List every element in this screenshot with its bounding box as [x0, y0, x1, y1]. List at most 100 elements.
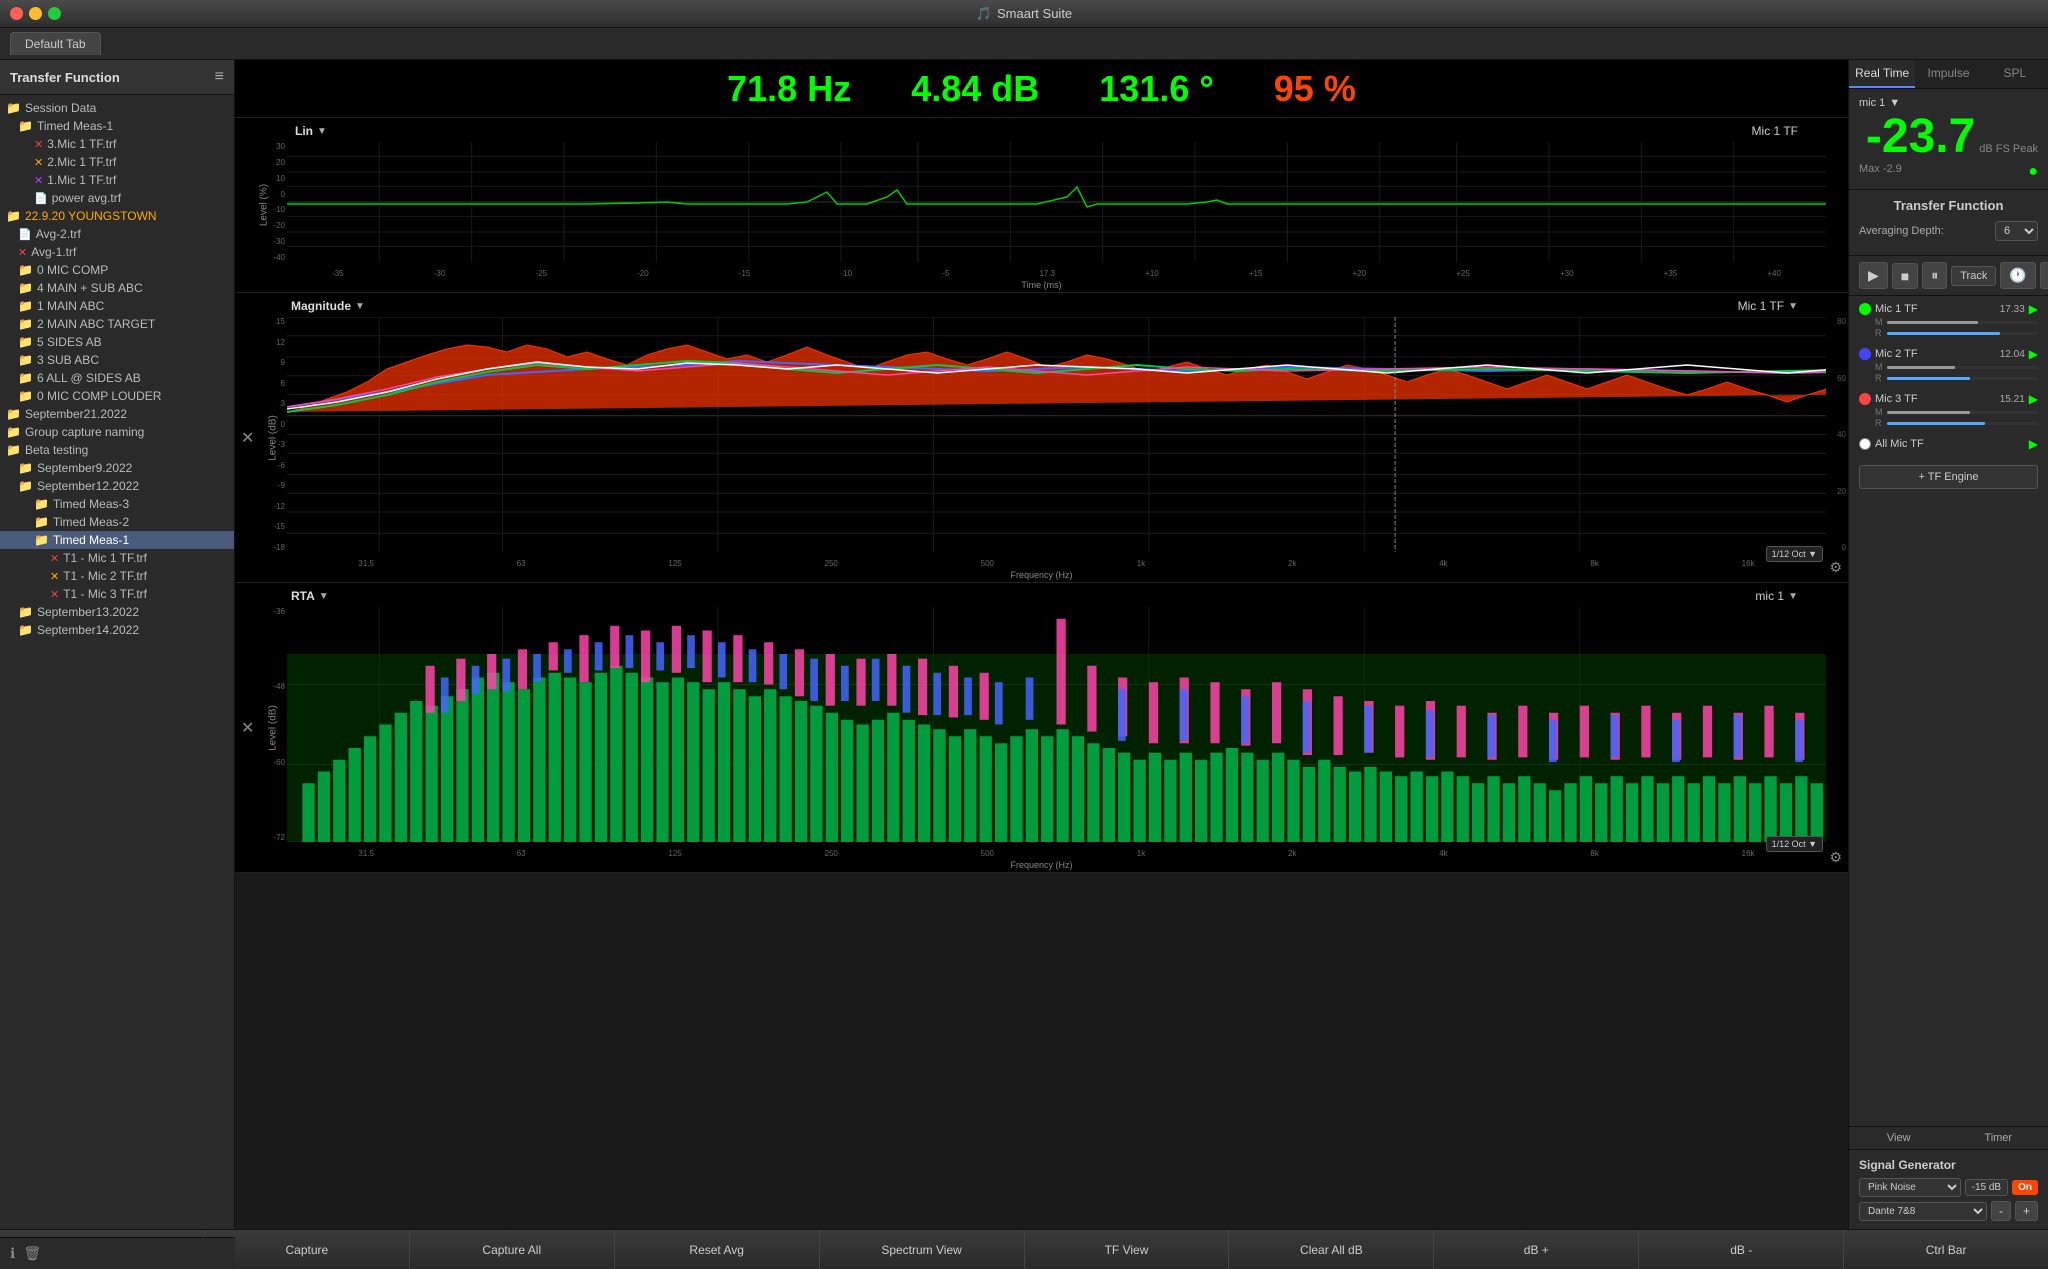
charts-container: Level (%) 30 20 10 0 -10 -20 -30 -40 Lin…	[235, 118, 1848, 1229]
magnitude-octave-btn[interactable]: 1/12 Oct ▼	[1766, 546, 1823, 562]
sidebar-item-t1mic2[interactable]: ✕ T1 - Mic 2 TF.trf	[0, 567, 234, 585]
mic3-play[interactable]: ▶	[2029, 392, 2038, 406]
tf-averaging-select[interactable]: 6 4 8 12	[1995, 221, 2038, 241]
toolbar-tfview[interactable]: TF View	[1025, 1230, 1230, 1269]
sidebar-item-groupcapture[interactable]: 📁 Group capture naming	[0, 423, 234, 441]
add-tf-engine-button[interactable]: + TF Engine	[1859, 465, 2038, 489]
sidebar-item-timed-meas-1-top[interactable]: 📁 Timed Meas-1	[0, 117, 234, 135]
sidebar-item-sep13[interactable]: 📁 September13.2022	[0, 603, 234, 621]
magnitude-dropdown-icon[interactable]: ▼	[355, 301, 365, 312]
clock-icon-btn[interactable]: 🕐	[2000, 262, 2035, 289]
track-button[interactable]: Track	[1951, 266, 1996, 286]
sidebar-item-timedmeas3[interactable]: 📁 Timed Meas-3	[0, 495, 234, 513]
rta-dropdown-icon[interactable]: ▼	[319, 591, 329, 602]
view-button[interactable]: View	[1849, 1127, 1949, 1149]
metric-pct: 95 %	[1274, 68, 1356, 110]
sidebar-item-t1mic1[interactable]: ✕ T1 - Mic 1 TF.trf	[0, 549, 234, 567]
mic2-play[interactable]: ▶	[2029, 347, 2038, 361]
allmic-play[interactable]: ▶	[2029, 437, 2038, 451]
sidebar-item-sep12[interactable]: 📁 September12.2022	[0, 477, 234, 495]
impulse-chart: Level (%) 30 20 10 0 -10 -20 -30 -40 Lin…	[235, 118, 1848, 293]
default-tab[interactable]: Default Tab	[10, 32, 101, 55]
window-controls[interactable]	[10, 7, 61, 20]
pause-button[interactable]: ⏸	[1922, 262, 1947, 289]
toolbar-ctrlbar[interactable]: Ctrl Bar	[1844, 1230, 2048, 1269]
sidebar-item-sep9[interactable]: 📁 September9.2022	[0, 459, 234, 477]
rta-octave-btn[interactable]: 1/12 Oct ▼	[1766, 836, 1823, 852]
rta-chart: ✕ Level (dB) -36 -48 -60 -72 RTA ▼ mic 1…	[235, 583, 1848, 873]
sidebar-item-1main[interactable]: 📁 1 MAIN ABC	[0, 297, 234, 315]
sidebar-item-youngstown[interactable]: 📁 22.9.20 YOUNGSTOWN	[0, 207, 234, 225]
play-button[interactable]: ▶	[1859, 262, 1888, 289]
toolbar-captureall[interactable]: Capture All	[410, 1230, 615, 1269]
sg-plus-button[interactable]: +	[2015, 1201, 2038, 1221]
sidebar-item-beta[interactable]: 📁 Beta testing	[0, 441, 234, 459]
magnitude-octave[interactable]: 1/12 Oct ▼	[1766, 545, 1823, 560]
sidebar-item-avg2[interactable]: 📄 Avg-2.trf	[0, 225, 234, 243]
sg-noise-select[interactable]: Pink Noise White Noise Sine	[1859, 1178, 1961, 1197]
sidebar-item-timedmeas1-selected[interactable]: 📁 Timed Meas-1	[0, 531, 234, 549]
minimize-button[interactable]	[29, 7, 42, 20]
tab-spl[interactable]: SPL	[1982, 60, 2048, 88]
timer-button[interactable]: Timer	[1949, 1127, 2048, 1149]
wrench-icon-btn[interactable]: ⚙	[2040, 262, 2048, 289]
rta-octave[interactable]: 1/12 Oct ▼	[1766, 835, 1823, 850]
toolbar-dbplus[interactable]: dB +	[1434, 1230, 1639, 1269]
stop-button[interactable]: ■	[1892, 263, 1918, 289]
rta-close-icon[interactable]: ✕	[241, 718, 254, 738]
sidebar-tree: 📁 Session Data 📁 Timed Meas-1 ✕ 3.Mic 1 …	[0, 95, 234, 643]
sidebar-item-timedmeas2[interactable]: 📁 Timed Meas-2	[0, 513, 234, 531]
rta-label: RTA	[291, 589, 315, 603]
sidebar-item-0miccomplouder[interactable]: 📁 0 MIC COMP LOUDER	[0, 387, 234, 405]
sidebar-item-sep14[interactable]: 📁 September14.2022	[0, 621, 234, 639]
sidebar-item-3sub[interactable]: 📁 3 SUB ABC	[0, 351, 234, 369]
sg-on-button[interactable]: On	[2012, 1180, 2038, 1195]
sidebar: Transfer Function ≡ 📁 Session Data 📁 Tim…	[0, 60, 235, 1229]
rta-settings-icon[interactable]: ⚙	[1829, 849, 1842, 866]
mic1-play[interactable]: ▶	[2029, 302, 2038, 316]
maximize-button[interactable]	[48, 7, 61, 20]
toolbar-capture[interactable]: Capture	[205, 1230, 410, 1269]
sidebar-item-2main[interactable]: 📁 2 MAIN ABC TARGET	[0, 315, 234, 333]
tab-realtime[interactable]: Real Time	[1849, 60, 1915, 88]
folder-icon: 📁	[18, 461, 33, 475]
magnitude-settings-icon[interactable]: ⚙	[1829, 559, 1842, 576]
meter-selector[interactable]: mic 1 ▼	[1859, 97, 1900, 109]
sidebar-item-3mic[interactable]: ✕ 3.Mic 1 TF.trf	[0, 135, 234, 153]
magnitude-header-right: Mic 1 TF ▼	[1738, 299, 1798, 313]
sidebar-menu-icon[interactable]: ≡	[215, 68, 224, 86]
folder-icon: 📁	[18, 119, 33, 133]
sidebar-item-1mic[interactable]: ✕ 1.Mic 1 TF.trf	[0, 171, 234, 189]
sidebar-item-0miccomp[interactable]: 📁 0 MIC COMP	[0, 261, 234, 279]
sg-dante-select[interactable]: Dante 7&8 Dante 1&2	[1859, 1202, 1987, 1221]
rta-x-label: Frequency (Hz)	[1010, 860, 1072, 870]
magnitude-close-icon[interactable]: ✕	[241, 428, 254, 448]
sg-minus-button[interactable]: -	[1991, 1201, 2011, 1221]
tab-impulse[interactable]: Impulse	[1915, 60, 1981, 88]
sidebar-item-poweravg[interactable]: 📄 power avg.trf	[0, 189, 234, 207]
file-icon: ✕	[50, 552, 59, 565]
folder-icon: 📁	[18, 389, 33, 403]
right-panel: Real Time Impulse SPL mic 1 ▼ -23.7 dB F…	[1848, 60, 2048, 1229]
toolbar-resetavg[interactable]: Reset Avg	[615, 1230, 820, 1269]
sidebar-item-t1mic3[interactable]: ✕ T1 - Mic 3 TF.trf	[0, 585, 234, 603]
toolbar-spectrumview[interactable]: Spectrum View	[820, 1230, 1025, 1269]
titlebar: 🎵 Smaart Suite	[0, 0, 2048, 28]
toolbar-dbminus[interactable]: dB -	[1639, 1230, 1844, 1269]
close-button[interactable]	[10, 7, 23, 20]
meter-dot: ●	[2028, 163, 2038, 181]
sidebar-item-6all[interactable]: 📁 6 ALL @ SIDES AB	[0, 369, 234, 387]
sidebar-item-avg1[interactable]: ✕ Avg-1.trf	[0, 243, 234, 261]
rta-mic-dropdown[interactable]: ▼	[1788, 591, 1798, 602]
sidebar-item-session-data[interactable]: 📁 Session Data	[0, 99, 234, 117]
magnitude-mic-dropdown[interactable]: ▼	[1788, 301, 1798, 312]
sidebar-item-5sides[interactable]: 📁 5 SIDES AB	[0, 333, 234, 351]
sidebar-item-4main[interactable]: 📁 4 MAIN + SUB ABC	[0, 279, 234, 297]
sidebar-item-2mic[interactable]: ✕ 2.Mic 1 TF.trf	[0, 153, 234, 171]
bar-m-label: M	[1875, 317, 1883, 327]
toolbar-clearalldB[interactable]: Clear All dB	[1229, 1230, 1434, 1269]
allmic-name: All Mic TF	[1875, 438, 1991, 450]
meter-value: -23.7	[1866, 113, 1975, 161]
sidebar-item-sep21[interactable]: 📁 September21.2022	[0, 405, 234, 423]
impulse-dropdown-icon[interactable]: ▼	[317, 126, 327, 137]
